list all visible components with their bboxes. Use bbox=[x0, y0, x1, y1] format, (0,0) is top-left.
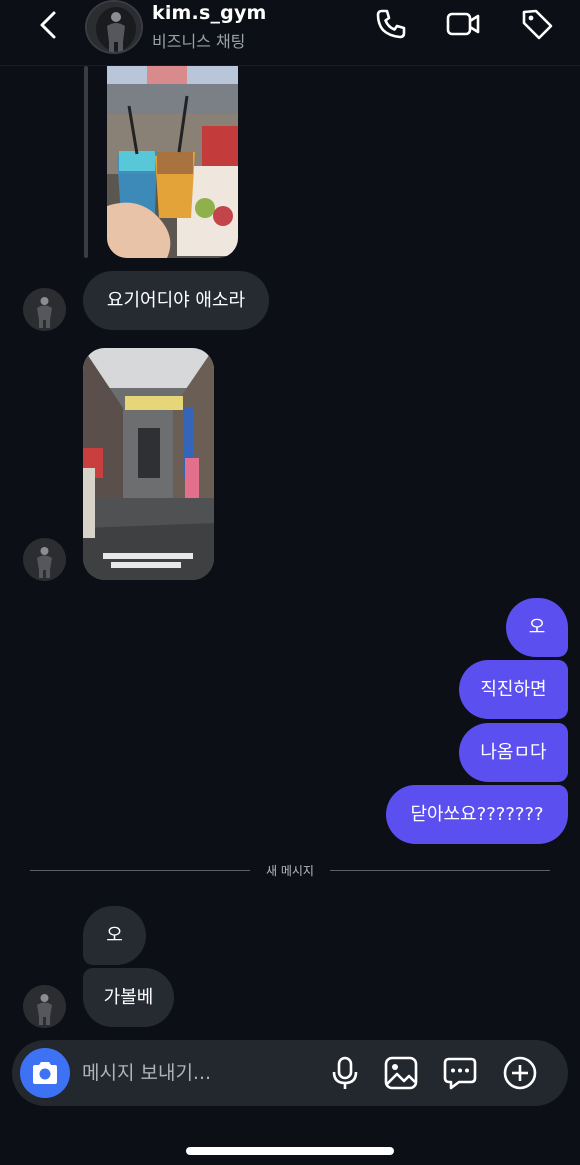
gallery-icon[interactable] bbox=[382, 1054, 420, 1092]
outgoing-message-bubble[interactable]: 나옴ㅁ다 bbox=[459, 723, 568, 782]
sender-avatar[interactable] bbox=[23, 288, 66, 331]
incoming-message-bubble[interactable]: 요기어디야 애소라 bbox=[83, 271, 269, 330]
outgoing-message-bubble[interactable]: 오 bbox=[506, 598, 568, 657]
divider-line-right bbox=[330, 870, 550, 871]
new-messages-divider-label: 새 메시지 bbox=[266, 864, 314, 878]
sticker-chat-icon[interactable] bbox=[441, 1054, 479, 1092]
reply-thread-line bbox=[84, 66, 88, 258]
tag-icon[interactable] bbox=[519, 6, 555, 42]
incoming-message-bubble[interactable]: 오 bbox=[83, 906, 146, 965]
video-call-icon[interactable] bbox=[445, 6, 481, 42]
divider-line-left bbox=[30, 870, 250, 871]
chat-subtitle: 비즈니스 채팅 bbox=[152, 32, 246, 51]
back-arrow-icon[interactable] bbox=[34, 8, 64, 42]
camera-button[interactable] bbox=[20, 1048, 70, 1098]
home-indicator[interactable] bbox=[186, 1147, 394, 1155]
chat-username[interactable]: kim.s_gym bbox=[152, 2, 267, 24]
message-composer bbox=[12, 1040, 568, 1106]
phone-call-icon[interactable] bbox=[373, 6, 409, 42]
sender-avatar[interactable] bbox=[23, 538, 66, 581]
chat-header: kim.s_gym 비즈니스 채팅 bbox=[0, 0, 580, 66]
shared-photo-drinks[interactable] bbox=[107, 66, 238, 258]
sender-avatar[interactable] bbox=[23, 985, 66, 1028]
shared-photo-market[interactable] bbox=[83, 348, 214, 580]
plus-circle-icon[interactable] bbox=[501, 1054, 539, 1092]
outgoing-message-bubble[interactable]: 닫아쏘요??????? bbox=[386, 785, 568, 844]
microphone-icon[interactable] bbox=[326, 1054, 364, 1092]
message-input[interactable] bbox=[82, 1060, 312, 1086]
outgoing-message-bubble[interactable]: 직진하면 bbox=[459, 660, 568, 719]
profile-avatar[interactable] bbox=[85, 0, 143, 54]
incoming-message-bubble[interactable]: 가볼베 bbox=[83, 968, 174, 1027]
camera-icon bbox=[33, 1062, 57, 1084]
